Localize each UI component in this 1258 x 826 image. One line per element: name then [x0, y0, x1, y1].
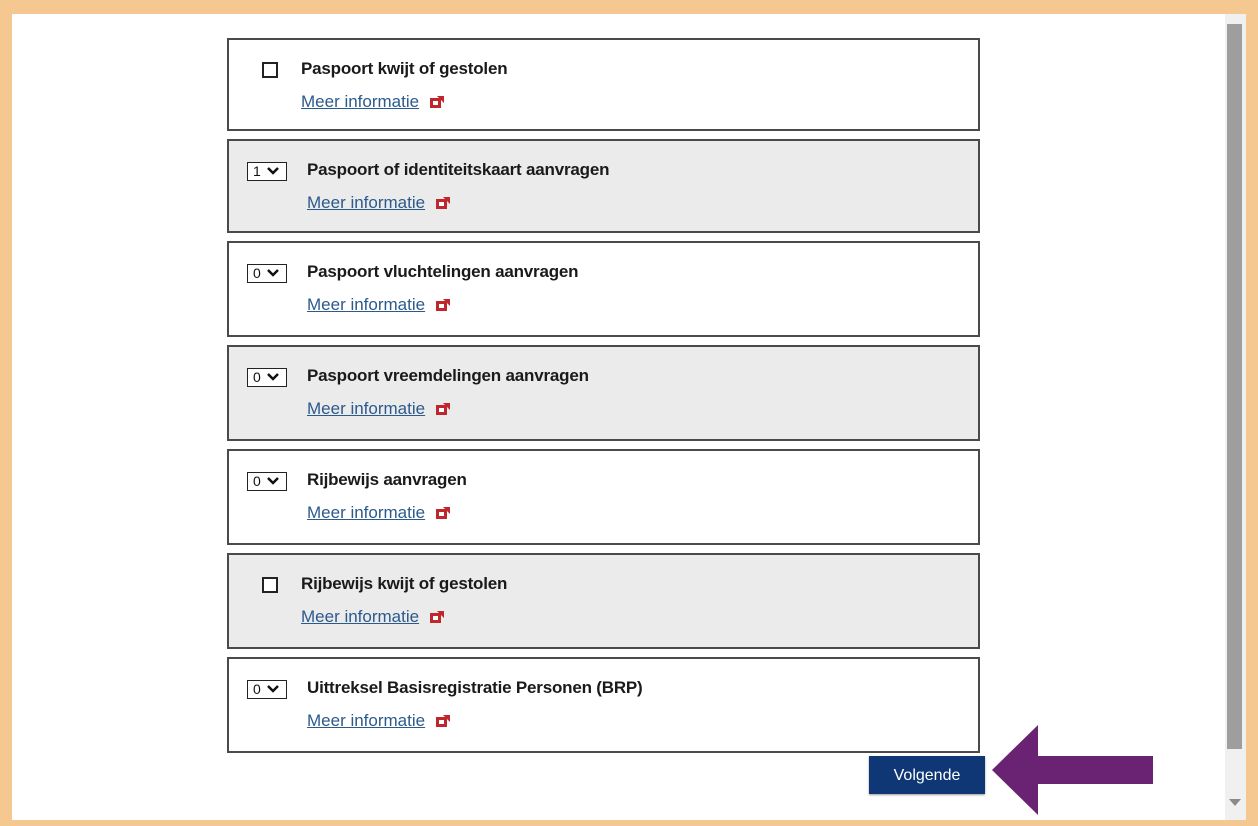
external-link-icon	[436, 714, 451, 727]
external-link-icon	[436, 402, 451, 415]
next-button[interactable]: Volgende	[869, 756, 985, 794]
pointer-arrow-icon	[992, 725, 1153, 815]
list-item: 0 Paspoort vreemdelingen aanvragen Meer …	[227, 345, 980, 441]
chevron-down-icon	[267, 269, 279, 277]
list-item: 0 Rijbewijs aanvragen Meer informatie	[227, 449, 980, 545]
page-frame: Paspoort kwijt of gestolen Meer informat…	[12, 14, 1246, 820]
checkbox[interactable]	[262, 577, 278, 593]
scrollbar[interactable]	[1225, 14, 1246, 820]
item-title: Paspoort vreemdelingen aanvragen	[307, 366, 589, 385]
list-item: 0 Uittreksel Basisregistratie Personen (…	[227, 657, 980, 753]
external-link-icon	[430, 95, 445, 108]
chevron-down-icon	[267, 167, 279, 175]
more-info-link[interactable]: Meer informatie	[307, 711, 451, 731]
checkbox[interactable]	[262, 62, 278, 78]
item-title: Rijbewijs aanvragen	[307, 470, 467, 489]
list-item: Paspoort kwijt of gestolen Meer informat…	[227, 38, 980, 131]
item-title: Rijbewijs kwijt of gestolen	[301, 574, 508, 593]
item-title: Paspoort of identiteitskaart aanvragen	[307, 160, 610, 179]
quantity-select[interactable]: 0	[247, 472, 287, 491]
more-info-link[interactable]: Meer informatie	[307, 503, 451, 523]
external-link-icon	[436, 196, 451, 209]
item-title: Paspoort vluchtelingen aanvragen	[307, 262, 579, 281]
chevron-down-icon	[267, 373, 279, 381]
more-info-link[interactable]: Meer informatie	[307, 295, 451, 315]
quantity-select[interactable]: 0	[247, 264, 287, 283]
more-info-link[interactable]: Meer informatie	[301, 92, 445, 112]
list-item: 1 Paspoort of identiteitskaart aanvragen…	[227, 139, 980, 233]
external-link-icon	[430, 610, 445, 623]
chevron-down-icon	[267, 685, 279, 693]
quantity-select[interactable]: 1	[247, 162, 287, 181]
product-list: Paspoort kwijt of gestolen Meer informat…	[227, 38, 980, 761]
more-info-link[interactable]: Meer informatie	[307, 399, 451, 419]
more-info-link[interactable]: Meer informatie	[307, 193, 451, 213]
scrollbar-thumb[interactable]	[1227, 24, 1242, 749]
more-info-link[interactable]: Meer informatie	[301, 607, 445, 627]
chevron-down-icon	[267, 477, 279, 485]
external-link-icon	[436, 298, 451, 311]
item-title: Uittreksel Basisregistratie Personen (BR…	[307, 678, 643, 697]
scroll-down-arrow-icon[interactable]	[1229, 799, 1241, 806]
item-title: Paspoort kwijt of gestolen	[301, 59, 508, 78]
quantity-select[interactable]: 0	[247, 368, 287, 387]
list-item: 0 Paspoort vluchtelingen aanvragen Meer …	[227, 241, 980, 337]
external-link-icon	[436, 506, 451, 519]
quantity-select[interactable]: 0	[247, 680, 287, 699]
list-item: Rijbewijs kwijt of gestolen Meer informa…	[227, 553, 980, 649]
